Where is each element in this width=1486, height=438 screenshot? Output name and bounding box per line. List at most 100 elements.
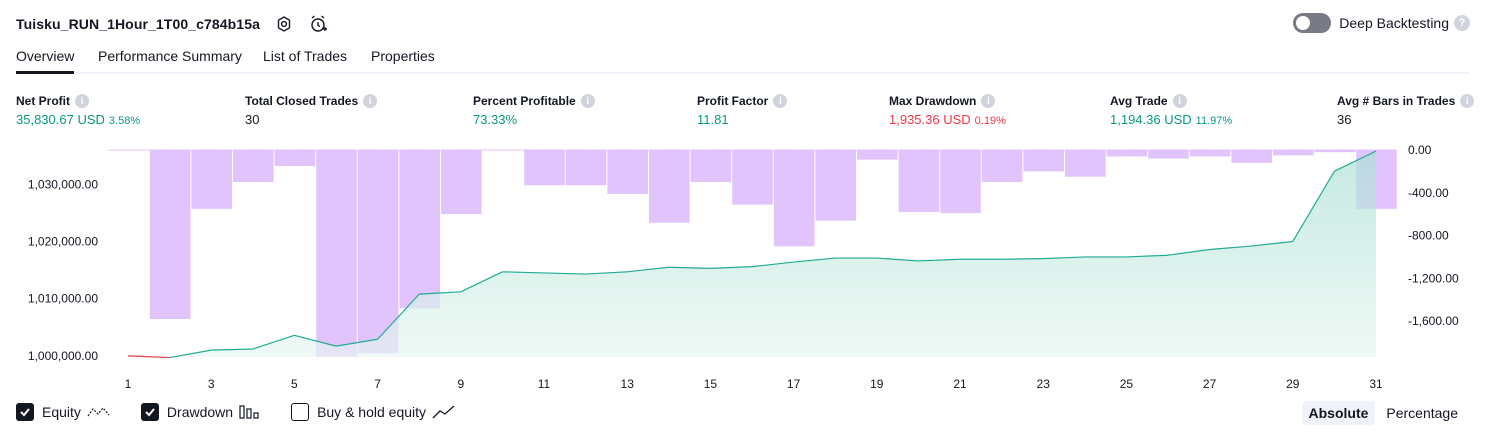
x-axis-tick-label: 19 [870, 377, 884, 391]
left-axis-tick-label: 1,010,000.00 [28, 292, 98, 306]
metric-total-closed-trades: Total Closed Trades i 30 [245, 93, 378, 127]
tab-bar: Overview Performance Summary List of Tra… [16, 44, 1470, 74]
metric-value: 73.33% [473, 112, 518, 127]
metric-profit-factor: Profit Factor i 11.81 [697, 93, 788, 127]
drawdown-bar [1314, 150, 1356, 153]
drawdown-bar [1023, 150, 1064, 172]
drawdown-bar [690, 150, 732, 183]
drawdown-bar [898, 150, 940, 213]
info-icon[interactable]: i [1460, 94, 1475, 108]
x-axis-tick-label: 27 [1203, 377, 1217, 391]
equity-checkbox[interactable] [16, 403, 34, 421]
deep-backtesting-help-icon[interactable]: ? [1454, 15, 1470, 31]
drawdown-bar [732, 150, 773, 205]
metric-label: Percent Profitable [473, 94, 576, 108]
drawdown-bar [1231, 150, 1272, 163]
buy-hold-line-icon [432, 404, 456, 420]
right-axis-tick-label: -400.00 [1408, 186, 1449, 200]
drawdown-bar [1065, 150, 1106, 177]
right-axis-tick-label: -1,200.00 [1408, 271, 1459, 285]
metric-avg-trade: Avg Trade i 1,194.36 USD 11.97% [1110, 93, 1232, 127]
x-axis-tick-label: 13 [621, 377, 635, 391]
settings-gear-icon[interactable] [274, 14, 294, 34]
x-axis-tick-label: 1 [125, 377, 132, 391]
x-axis-tick-label: 31 [1369, 377, 1383, 391]
metric-value: 1,194.36 USD [1110, 112, 1192, 127]
right-axis-tick-label: -800.00 [1408, 229, 1449, 243]
drawdown-bar [441, 150, 482, 215]
x-axis-tick-label: 7 [374, 377, 381, 391]
percentage-mode-button[interactable]: Percentage [1379, 401, 1465, 425]
x-axis-tick-label: 15 [704, 377, 718, 391]
metric-percent: 0.19% [974, 115, 1006, 127]
tab-performance-summary[interactable]: Performance Summary [98, 48, 242, 74]
drawdown-bars-icon [239, 404, 261, 420]
info-icon[interactable]: i [773, 94, 788, 108]
metric-label: Avg # Bars in Trades [1337, 94, 1456, 108]
drawdown-bar [1189, 150, 1231, 157]
strategy-title: Tuisku_RUN_1Hour_1T00_c784b15a [16, 16, 260, 32]
absolute-mode-button[interactable]: Absolute [1301, 401, 1376, 425]
info-icon[interactable]: i [981, 94, 996, 108]
drawdown-bar [149, 150, 191, 320]
metric-label: Profit Factor [697, 94, 769, 108]
metric-label: Avg Trade [1110, 94, 1168, 108]
x-axis-tick-label: 29 [1286, 377, 1300, 391]
drawdown-bar [1273, 150, 1314, 156]
buy-hold-checkbox[interactable] [291, 403, 310, 421]
add-alert-icon[interactable] [308, 14, 328, 34]
x-axis-tick-label: 5 [291, 377, 298, 391]
metric-label: Total Closed Trades [245, 94, 359, 108]
x-axis-tick-label: 3 [208, 377, 215, 391]
value-mode-switch: Absolute Percentage [1298, 401, 1466, 425]
drawdown-bar [524, 150, 565, 186]
drawdown-bar [274, 150, 316, 167]
drawdown-bar [1148, 150, 1189, 159]
drawdown-bar [815, 150, 856, 221]
equity-line-segment [1001, 258, 1044, 260]
drawdown-bar [316, 150, 357, 357]
metric-value: 36 [1337, 112, 1352, 127]
metric-value: 30 [245, 112, 260, 127]
drawdown-checkbox[interactable] [140, 403, 159, 421]
right-axis-tick-label: 0.00 [1408, 143, 1432, 157]
x-axis-tick-label: 17 [787, 377, 801, 391]
drawdown-toggle[interactable]: Drawdown [140, 403, 261, 421]
tab-overview[interactable]: Overview [16, 48, 75, 74]
metric-percent: 11.97% [1195, 115, 1233, 127]
equity-drawdown-chart[interactable]: 1,030,000.00 1,020,000.00 1,010,000.00 1,00… [0, 140, 1486, 395]
deep-backtesting-control: Deep Backtesting ? [1293, 13, 1470, 33]
drawdown-bar [940, 150, 981, 214]
chart-legend: Equity Drawdown Buy & hold equity [16, 403, 486, 421]
strategy-header: Tuisku_RUN_1Hour_1T00_c784b15a [16, 12, 328, 36]
tab-properties[interactable]: Properties [371, 48, 435, 74]
metric-label: Net Profit [16, 94, 70, 108]
x-axis-tick-label: 25 [1120, 377, 1134, 391]
info-icon[interactable]: i [1172, 94, 1187, 108]
info-icon[interactable]: i [75, 94, 89, 108]
drawdown-bar [1106, 150, 1148, 157]
drawdown-bar [773, 150, 815, 247]
drawdown-bar [565, 150, 607, 186]
right-axis-tick-label: -1,600.00 [1408, 314, 1459, 328]
metric-avg-bars: Avg # Bars in Trades i 36 [1337, 93, 1475, 127]
x-axis-tick-label: 21 [953, 377, 967, 391]
drawdown-bar [981, 150, 1023, 183]
info-icon[interactable]: i [363, 94, 378, 108]
drawdown-bar [191, 150, 232, 209]
tab-list-of-trades[interactable]: List of Trades [263, 48, 347, 74]
drawdown-bar [857, 150, 898, 160]
metric-percent: 3.58% [108, 115, 141, 127]
x-axis-tick-label: 9 [457, 377, 464, 391]
equity-toggle[interactable]: Equity [16, 403, 111, 421]
drawdown-bar [399, 150, 440, 309]
x-axis-tick-label: 23 [1037, 377, 1051, 391]
info-icon[interactable]: i [580, 94, 595, 108]
deep-backtesting-toggle[interactable] [1293, 13, 1332, 33]
drawdown-bar [607, 150, 648, 194]
buy-hold-toggle[interactable]: Buy & hold equity [291, 403, 456, 421]
metric-max-drawdown: Max Drawdown i 1,935.36 USD 0.19% [889, 93, 1006, 127]
metric-label: Max Drawdown [889, 94, 977, 108]
left-axis-tick-label: 1,000,000.00 [28, 349, 98, 363]
equity-line-segment [127, 355, 170, 359]
